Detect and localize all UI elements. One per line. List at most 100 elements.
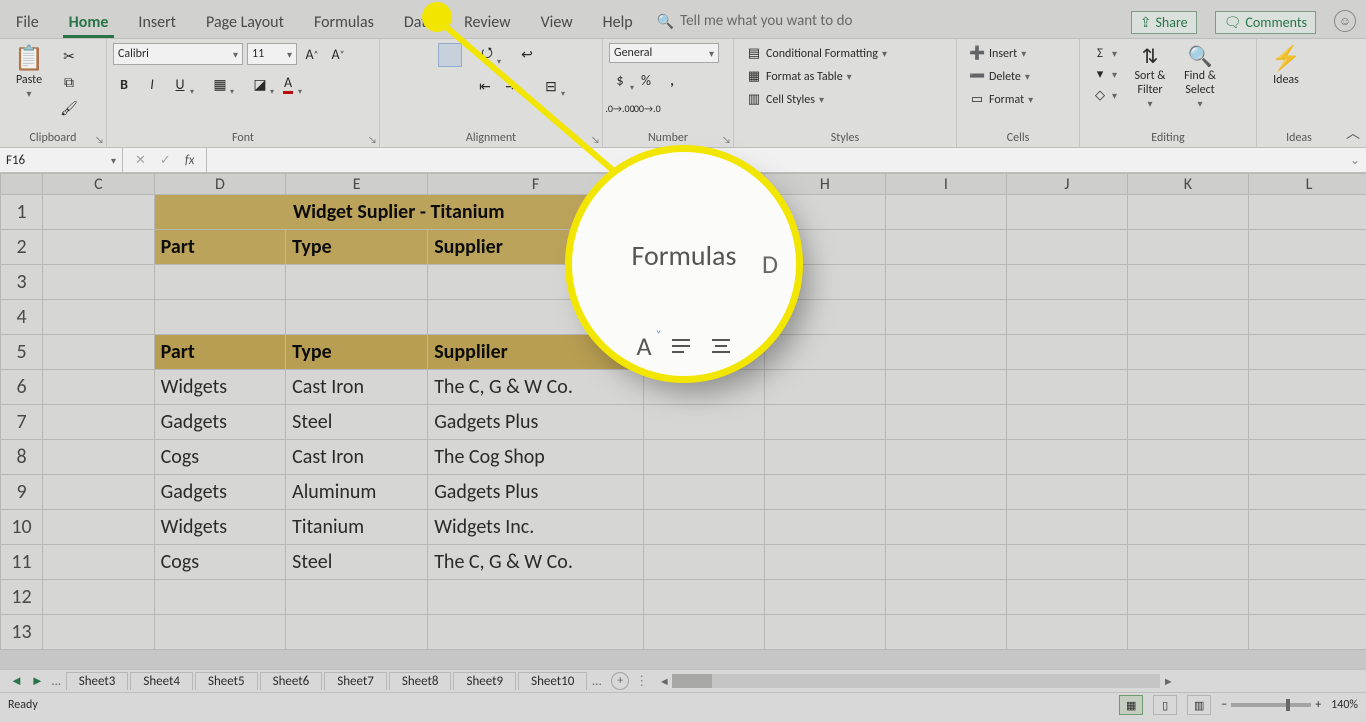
cell[interactable] — [154, 300, 286, 335]
row-header[interactable]: 6 — [1, 370, 43, 405]
tab-formulas[interactable]: Formulas — [308, 13, 380, 38]
align-middle-button[interactable] — [412, 43, 434, 65]
row-header[interactable]: 2 — [1, 230, 43, 265]
cell[interactable]: Widgets — [154, 370, 286, 405]
expand-formula-bar-icon[interactable]: ⌄ — [1350, 153, 1360, 168]
cell[interactable] — [43, 475, 155, 510]
cell-title[interactable]: Widget Suplier - Titanium — [154, 195, 643, 230]
cell[interactable] — [428, 265, 644, 300]
cell[interactable] — [885, 545, 1006, 580]
tab-file[interactable]: File — [10, 13, 45, 38]
sheet-tab[interactable]: Sheet4 — [130, 672, 193, 690]
bold-button[interactable]: B — [113, 73, 135, 95]
zoom-out-icon[interactable]: − — [1221, 698, 1227, 712]
cell[interactable] — [1127, 545, 1248, 580]
cell[interactable] — [885, 370, 1006, 405]
cell[interactable] — [764, 580, 885, 615]
cell[interactable] — [885, 230, 1006, 265]
normal-view-button[interactable]: ▦ — [1119, 695, 1143, 715]
cell[interactable] — [885, 265, 1006, 300]
cell[interactable]: Cast Iron — [286, 370, 428, 405]
cell[interactable] — [1006, 230, 1127, 265]
cell[interactable] — [43, 230, 155, 265]
cell[interactable] — [1248, 545, 1366, 580]
cell[interactable] — [764, 405, 885, 440]
tab-help[interactable]: Help — [597, 13, 639, 38]
zoom-level[interactable]: 140% — [1331, 698, 1358, 712]
row-header[interactable]: 1 — [1, 195, 43, 230]
tab-home[interactable]: Home — [63, 13, 115, 38]
cell[interactable] — [764, 475, 885, 510]
cell[interactable]: Cogs — [154, 440, 286, 475]
font-size-dropdown[interactable]: 11 ▾ — [247, 43, 297, 65]
increase-font-button[interactable]: A˄ — [301, 43, 323, 65]
cell[interactable] — [1006, 370, 1127, 405]
cell[interactable] — [643, 335, 764, 370]
fx-icon[interactable]: fx — [185, 153, 195, 168]
fill-color-button[interactable]: ◪▾ — [249, 73, 271, 95]
cell[interactable] — [43, 335, 155, 370]
cell[interactable]: Gadgets Plus — [428, 405, 644, 440]
col-header[interactable]: H — [764, 174, 885, 195]
spreadsheet-grid[interactable]: C D E F G H I J K L 1 Widget Suplier - T… — [0, 173, 1366, 669]
cell[interactable] — [1006, 510, 1127, 545]
ideas-button[interactable]: ⚡ Ideas — [1263, 43, 1309, 91]
cell[interactable] — [885, 510, 1006, 545]
col-header[interactable]: G — [643, 174, 764, 195]
cell[interactable] — [764, 265, 885, 300]
cell[interactable] — [764, 545, 885, 580]
cell[interactable] — [428, 615, 644, 650]
cell[interactable] — [286, 580, 428, 615]
cell[interactable] — [643, 370, 764, 405]
cell[interactable] — [764, 230, 885, 265]
col-header[interactable]: K — [1127, 174, 1248, 195]
cell[interactable] — [885, 300, 1006, 335]
cell[interactable] — [286, 265, 428, 300]
font-color-button[interactable]: A▾ — [277, 73, 299, 95]
cell[interactable] — [1248, 230, 1366, 265]
cell[interactable] — [643, 195, 764, 230]
enter-icon[interactable]: ✓ — [160, 153, 171, 168]
cell[interactable] — [1127, 580, 1248, 615]
cell[interactable] — [43, 195, 155, 230]
tell-me-search[interactable]: 🔍 Tell me what you want to do — [657, 12, 853, 38]
cell[interactable]: The C, G & W Co. — [428, 370, 644, 405]
cell[interactable] — [43, 615, 155, 650]
cell[interactable] — [643, 405, 764, 440]
insert-cells-button[interactable]: ➕ Insert ▾ — [965, 45, 1037, 62]
row-header[interactable]: 11 — [1, 545, 43, 580]
tab-page-layout[interactable]: Page Layout — [200, 13, 290, 38]
cell[interactable] — [885, 475, 1006, 510]
comma-format-button[interactable]: , — [661, 69, 683, 91]
cell[interactable] — [1248, 475, 1366, 510]
increase-decimal-button[interactable]: .0→.00 — [609, 97, 631, 119]
row-header[interactable]: 5 — [1, 335, 43, 370]
sheet-tab[interactable]: Sheet9 — [453, 672, 516, 690]
cell[interactable] — [885, 580, 1006, 615]
borders-button[interactable]: ▦▾ — [209, 73, 231, 95]
align-right-button[interactable] — [438, 75, 460, 97]
sheet-tab[interactable]: Sheet5 — [195, 672, 258, 690]
cell[interactable] — [1006, 335, 1127, 370]
col-header[interactable]: F — [428, 174, 644, 195]
collapse-ribbon-icon[interactable]: ︿ — [1346, 123, 1360, 143]
cell[interactable] — [1006, 440, 1127, 475]
cell[interactable]: Gadgets Plus — [428, 475, 644, 510]
zoom-slider[interactable]: − + — [1221, 698, 1321, 712]
cell[interactable]: The C, G & W Co. — [428, 545, 644, 580]
zoom-in-icon[interactable]: + — [1315, 698, 1321, 712]
cell[interactable] — [643, 615, 764, 650]
row-header[interactable]: 12 — [1, 580, 43, 615]
select-all-corner[interactable] — [1, 174, 43, 195]
cell[interactable] — [1127, 230, 1248, 265]
sheet-tab[interactable]: Sheet7 — [324, 672, 387, 690]
merge-center-button[interactable]: ⊟▾ — [540, 75, 562, 97]
sheet-tab[interactable]: Sheet3 — [66, 672, 129, 690]
cell[interactable]: Steel — [286, 405, 428, 440]
cell[interactable] — [286, 300, 428, 335]
cell[interactable] — [428, 300, 644, 335]
cell[interactable]: Aluminum — [286, 475, 428, 510]
cell[interactable] — [643, 475, 764, 510]
cell[interactable] — [764, 195, 885, 230]
row-header[interactable]: 8 — [1, 440, 43, 475]
